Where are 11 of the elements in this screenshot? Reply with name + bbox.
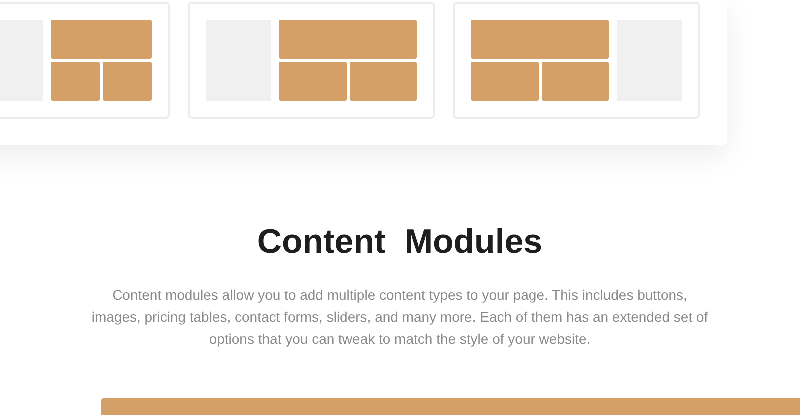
section-description: Content modules allow you to add multiple content types to your page. This includes buttons, images, pricing tables, contact forms, sliders, and many more. Each of them has an extended set of options that you can tweak to match the style of your website. (90, 286, 710, 349)
layout-card[interactable] (188, 2, 435, 119)
layout-card[interactable] (0, 2, 170, 119)
content-block (350, 62, 417, 101)
content-block (51, 62, 100, 101)
content-block (542, 62, 609, 101)
content-block (279, 62, 346, 101)
layout-card[interactable] (453, 2, 700, 119)
content-block (471, 62, 538, 101)
section-heading: Content Modules (256, 222, 544, 263)
content-block (103, 62, 152, 101)
